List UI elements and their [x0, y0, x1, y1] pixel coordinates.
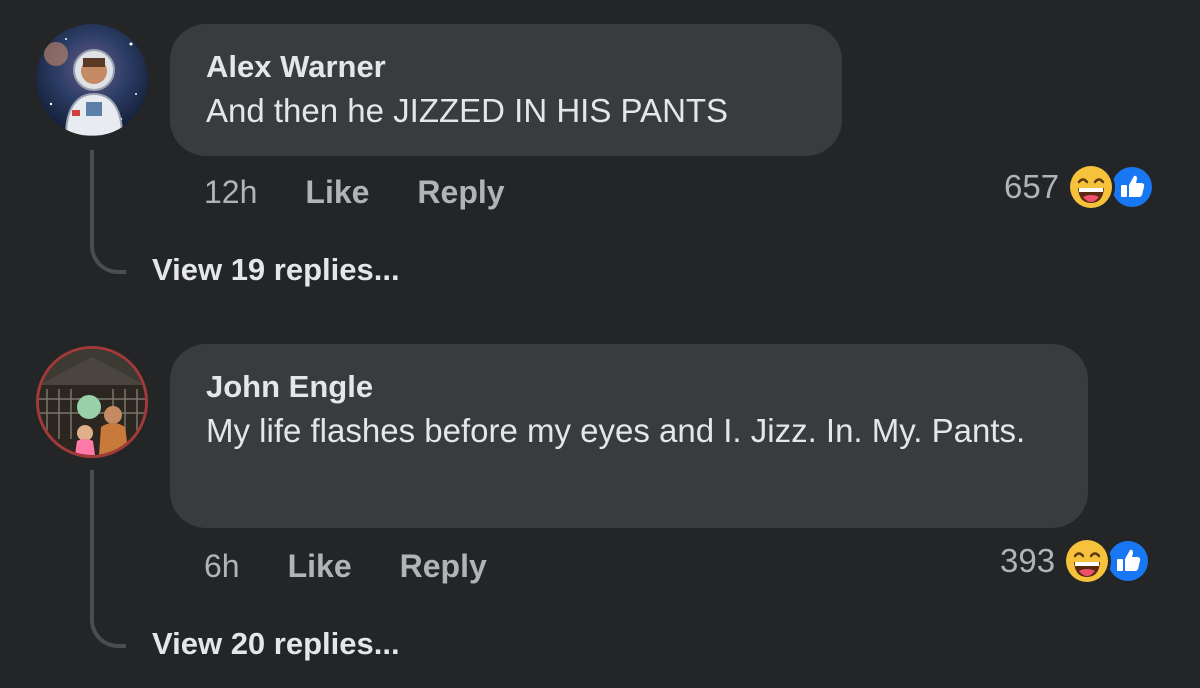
reaction-icons [1067, 162, 1159, 212]
comment-bubble: John Engle My life flashes before my eye… [170, 344, 1088, 528]
reaction-count: 393 [1000, 542, 1056, 579]
view-replies-link[interactable]: View 20 replies... [152, 624, 400, 664]
comment-actions: 6h Like Reply [204, 546, 535, 586]
reaction-icons [1063, 536, 1155, 586]
haha-icon [1067, 163, 1116, 211]
thread-connector [90, 470, 126, 648]
reaction-summary[interactable]: 393 [1000, 536, 1155, 586]
like-button[interactable]: Like [288, 546, 352, 586]
comment-timestamp[interactable]: 6h [204, 546, 240, 586]
comment-author[interactable]: John Engle [206, 368, 1054, 406]
like-icon [1109, 164, 1156, 210]
reply-button[interactable]: Reply [400, 546, 487, 586]
like-icon [1105, 538, 1152, 584]
haha-icon [1063, 537, 1112, 585]
comment-text: My life flashes before my eyes and I. Ji… [206, 412, 1026, 449]
family-avatar-image [39, 349, 145, 455]
comment: John Engle My life flashes before my eye… [0, 0, 1200, 688]
avatar[interactable] [36, 346, 148, 458]
